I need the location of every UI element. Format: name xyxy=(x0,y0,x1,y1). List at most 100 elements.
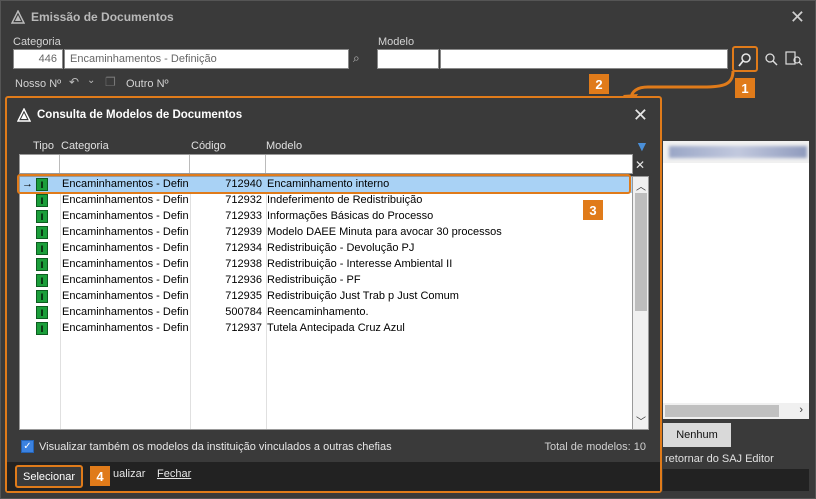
row-categoria: Encaminhamentos - Defin xyxy=(62,290,189,302)
selected-row-highlight xyxy=(17,174,631,194)
visualizar-button[interactable]: ualizar xyxy=(113,468,145,480)
row-modelo: Redistribuição - Devolução PJ xyxy=(267,242,415,254)
table-row[interactable]: I Encaminhamentos - Defin 500784 Reencaminh… xyxy=(20,305,632,321)
grid-vscrollbar[interactable]: ︿ ﹀ xyxy=(633,176,649,430)
row-codigo: 712934 xyxy=(225,242,262,254)
modelo-label: Modelo xyxy=(378,36,415,48)
scroll-right-icon[interactable]: › xyxy=(799,404,803,416)
row-categoria: Encaminhamentos - Defin xyxy=(62,258,189,270)
nenhum-button[interactable]: Nenhum xyxy=(663,423,731,447)
col-modelo[interactable]: Modelo xyxy=(266,140,302,152)
row-modelo: Modelo DAEE Minuta para avocar 30 proces… xyxy=(267,226,502,238)
categoria-code-field[interactable]: 446 xyxy=(13,49,63,69)
table-row[interactable]: I Encaminhamentos - Defin 712938 Redistribu… xyxy=(20,257,632,273)
row-codigo: 712935 xyxy=(225,290,262,302)
filter-tipo[interactable] xyxy=(20,155,60,173)
col-tipo[interactable]: Tipo xyxy=(33,140,54,152)
row-codigo: 712933 xyxy=(225,210,262,222)
filter-codigo[interactable] xyxy=(190,155,266,173)
table-row[interactable]: I Encaminhamentos - Defin 712934 Redistribu… xyxy=(20,241,632,257)
dialog-title-bar: Consulta de Modelos de Documentos xyxy=(7,98,660,132)
filter-categoria[interactable] xyxy=(60,155,190,173)
modelo-code-field[interactable] xyxy=(377,49,439,69)
table-row[interactable]: I Encaminhamentos - Defin 712939 Modelo DAE… xyxy=(20,225,632,241)
dialog-logo-icon xyxy=(17,108,31,122)
document-type-icon: I xyxy=(36,210,48,223)
row-modelo: Redistribuição - Interesse Ambiental II xyxy=(267,258,453,270)
table-row[interactable]: I Encaminhamentos - Defin 712936 Redistribu… xyxy=(20,273,632,289)
row-codigo: 712937 xyxy=(225,322,262,334)
row-modelo: Redistribuição - PF xyxy=(267,274,361,286)
document-type-icon: I xyxy=(36,242,48,255)
outro-numero-label: Outro Nº xyxy=(126,78,169,90)
row-codigo: 712936 xyxy=(225,274,262,286)
grid-filter-row[interactable] xyxy=(19,154,633,174)
callout-badge-3: 3 xyxy=(583,200,603,220)
row-categoria: Encaminhamentos - Defin xyxy=(62,306,189,318)
nosso-numero-label: Nosso Nº xyxy=(15,78,62,90)
undo-icon[interactable]: ↶ xyxy=(69,75,79,89)
row-codigo: 500784 xyxy=(225,306,262,318)
row-categoria: Encaminhamentos - Defin xyxy=(62,226,189,238)
document-type-icon: I xyxy=(36,258,48,271)
document-type-icon: I xyxy=(36,194,48,207)
right-hscrollbar[interactable]: › xyxy=(663,403,809,419)
callout-badge-4: 4 xyxy=(90,466,110,486)
document-type-icon: I xyxy=(36,322,48,335)
fechar-button[interactable]: Fechar xyxy=(157,468,191,480)
callout-badge-2: 2 xyxy=(589,74,609,94)
copy-icon[interactable]: ❐ xyxy=(105,75,116,89)
table-row[interactable]: I Encaminhamentos - Defin 712933 Informaçõe… xyxy=(20,209,632,225)
categoria-label: Categoria xyxy=(13,36,61,48)
table-row[interactable]: I Encaminhamentos - Defin 712935 Redistribu… xyxy=(20,289,632,305)
row-codigo: 712939 xyxy=(225,226,262,238)
zoom-document-icon[interactable] xyxy=(763,51,779,67)
modelos-grid: → I Encaminhamentos - Defin 712940 Encaminha… xyxy=(19,176,633,430)
scroll-thumb[interactable] xyxy=(635,193,647,311)
filter-modelo[interactable] xyxy=(266,155,632,173)
chevron-down-icon[interactable]: ⌄ xyxy=(87,75,95,86)
right-panel xyxy=(663,163,809,403)
row-categoria: Encaminhamentos - Defin xyxy=(62,322,189,334)
row-codigo: 712932 xyxy=(225,194,262,206)
scroll-up-icon[interactable]: ︿ xyxy=(636,178,646,193)
document-type-icon: I xyxy=(36,306,48,319)
scroll-down-icon[interactable]: ﹀ xyxy=(636,413,646,428)
document-type-icon: I xyxy=(36,274,48,287)
total-modelos: Total de modelos: 10 xyxy=(544,441,646,453)
categoria-value-field[interactable]: Encaminhamentos - Definição xyxy=(64,49,349,69)
filter-icon[interactable]: ▼ xyxy=(635,138,649,154)
grid-header: Tipo Categoria Código Modelo xyxy=(19,138,633,154)
row-modelo: Informações Básicas do Processo xyxy=(267,210,434,222)
consulta-modelos-dialog: Consulta de Modelos de Documentos ✕ Tipo… xyxy=(5,96,662,493)
row-categoria: Encaminhamentos - Defin xyxy=(62,210,189,222)
row-modelo: Reencaminhamento. xyxy=(267,306,369,318)
dialog-footer: Selecionar 4 ualizar Fechar xyxy=(7,462,660,491)
col-codigo[interactable]: Código xyxy=(191,140,226,152)
row-categoria: Encaminhamentos - Defin xyxy=(62,274,189,286)
row-categoria: Encaminhamentos - Defin xyxy=(62,242,189,254)
table-row[interactable]: I Encaminhamentos - Defin 712932 Indeferime… xyxy=(20,193,632,209)
blurred-text xyxy=(669,146,807,158)
col-categoria[interactable]: Categoria xyxy=(61,140,109,152)
clear-filter-icon[interactable]: ✕ xyxy=(635,158,645,172)
categoria-search-icon[interactable]: ⌕ xyxy=(353,51,360,66)
selecionar-button[interactable]: Selecionar xyxy=(15,465,83,488)
outer-footer-bar xyxy=(663,469,809,491)
table-row[interactable]: I Encaminhamentos - Defin 712937 Tutela Ant… xyxy=(20,321,632,337)
row-modelo: Redistribuição Just Trab p Just Comum xyxy=(267,290,459,302)
outer-close-icon[interactable]: ✕ xyxy=(790,7,805,28)
outer-title-bar: Emissão de Documentos xyxy=(1,1,815,33)
document-type-icon: I xyxy=(36,290,48,303)
row-categoria: Encaminhamentos - Defin xyxy=(62,194,189,206)
dialog-title-text: Consulta de Modelos de Documentos xyxy=(37,109,243,121)
row-modelo: Tutela Antecipada Cruz Azul xyxy=(267,322,405,334)
dialog-close-icon[interactable]: ✕ xyxy=(633,105,648,126)
row-codigo: 712938 xyxy=(225,258,262,270)
visualizar-checkbox-label[interactable]: Visualizar também os modelos da institui… xyxy=(39,441,392,453)
row-modelo: Indeferimento de Redistribuição xyxy=(267,194,423,206)
app-logo-icon xyxy=(11,10,25,24)
outer-title-text: Emissão de Documentos xyxy=(31,10,174,24)
document-search-icon[interactable] xyxy=(785,51,803,67)
visualizar-checkbox[interactable]: ✓ xyxy=(21,440,34,453)
